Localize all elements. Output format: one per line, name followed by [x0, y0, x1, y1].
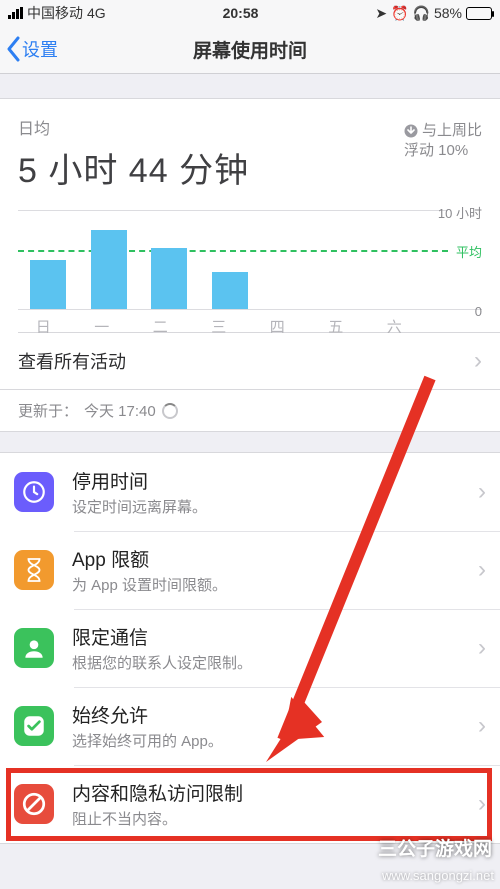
see-all-activity[interactable]: 查看所有活动 ›	[0, 333, 500, 389]
row-sub: 根据您的联系人设定限制。	[72, 652, 478, 673]
check-shield-icon	[14, 706, 54, 746]
delta-line2: 浮动 10%	[404, 141, 482, 161]
chart-area: 10 小时 平均 0	[18, 210, 482, 310]
row-title: App 限额	[72, 545, 478, 572]
delta-line1: 与上周比	[422, 121, 482, 141]
chart-bar	[212, 272, 248, 309]
list-item-always_allowed[interactable]: 始终允许选择始终可用的 App。›	[0, 687, 500, 765]
chevron-right-icon: ›	[478, 790, 486, 818]
updated-at: 今天 17:40	[84, 400, 156, 421]
updated-row: 更新于： 今天 17:40	[0, 390, 500, 431]
headphones-icon: 🎧	[413, 5, 430, 22]
row-sub: 选择始终可用的 App。	[72, 730, 478, 751]
chart-avg-label: 平均	[456, 242, 482, 261]
row-title: 内容和隐私访问限制	[72, 779, 478, 806]
see-all-label: 查看所有活动	[18, 348, 474, 374]
row-sub: 设定时间远离屏幕。	[72, 496, 478, 517]
row-title: 始终允许	[72, 701, 478, 728]
no-entry-icon	[14, 784, 54, 824]
status-left: 中国移动 4G	[8, 3, 106, 23]
delta-block: 与上周比 浮动 10%	[404, 115, 482, 162]
carrier-label: 中国移动	[27, 3, 83, 23]
network-label: 4G	[87, 5, 106, 21]
chevron-right-icon: ›	[474, 347, 482, 375]
alarm-icon: ⏰	[391, 5, 408, 22]
back-button[interactable]: 设置	[6, 36, 58, 62]
row-title: 限定通信	[72, 623, 478, 650]
chevron-right-icon: ›	[478, 478, 486, 506]
down-arrow-icon	[404, 124, 418, 138]
updated-prefix: 更新于：	[18, 400, 78, 421]
chevron-right-icon: ›	[478, 634, 486, 662]
list-item-downtime[interactable]: 停用时间设定时间远离屏幕。›	[0, 453, 500, 531]
status-time: 20:58	[223, 5, 259, 21]
nav-bar: 设置 屏幕使用时间	[0, 26, 500, 74]
chevron-right-icon: ›	[478, 556, 486, 584]
location-icon: ➤	[375, 5, 387, 22]
spinner-icon	[162, 403, 178, 419]
chart-bar	[30, 260, 66, 310]
battery-icon	[466, 7, 492, 20]
settings-list: 停用时间设定时间远离屏幕。›App 限额为 App 设置时间限额。›限定通信根据…	[0, 452, 500, 844]
chart-bar	[91, 230, 127, 309]
avg-value: 5 小时 44 分钟	[18, 143, 249, 192]
chevron-left-icon	[6, 36, 22, 62]
clock-pause-icon	[14, 472, 54, 512]
list-item-content_privacy[interactable]: 内容和隐私访问限制阻止不当内容。›	[0, 765, 500, 843]
chart-y-max: 10 小时	[438, 203, 482, 222]
watermark-brand: 三公子游戏网	[378, 834, 492, 861]
usage-chart: 10 小时 平均 0 日一二三四五六	[0, 202, 500, 332]
chart-y-min: 0	[475, 304, 482, 319]
chart-bar	[151, 248, 187, 309]
status-bar: 中国移动 4G 20:58 ➤ ⏰ 🎧 58%	[0, 0, 500, 26]
page-title: 屏幕使用时间	[193, 36, 307, 63]
watermark-site: www.sangongzi.net	[382, 868, 494, 883]
row-sub: 阻止不当内容。	[72, 808, 478, 829]
summary-card: 日均 5 小时 44 分钟 与上周比 浮动 10% 10 小时 平均 0 日一二…	[0, 98, 500, 432]
status-right: ➤ ⏰ 🎧 58%	[375, 5, 492, 22]
contact-icon	[14, 628, 54, 668]
list-item-communication[interactable]: 限定通信根据您的联系人设定限制。›	[0, 609, 500, 687]
row-title: 停用时间	[72, 467, 478, 494]
avg-label: 日均	[18, 115, 249, 139]
row-sub: 为 App 设置时间限额。	[72, 574, 478, 595]
battery-pct: 58%	[434, 5, 462, 21]
list-item-app_limits[interactable]: App 限额为 App 设置时间限额。›	[0, 531, 500, 609]
signal-icon	[8, 7, 23, 19]
back-label: 设置	[22, 36, 58, 62]
hourglass-icon	[14, 550, 54, 590]
chevron-right-icon: ›	[478, 712, 486, 740]
